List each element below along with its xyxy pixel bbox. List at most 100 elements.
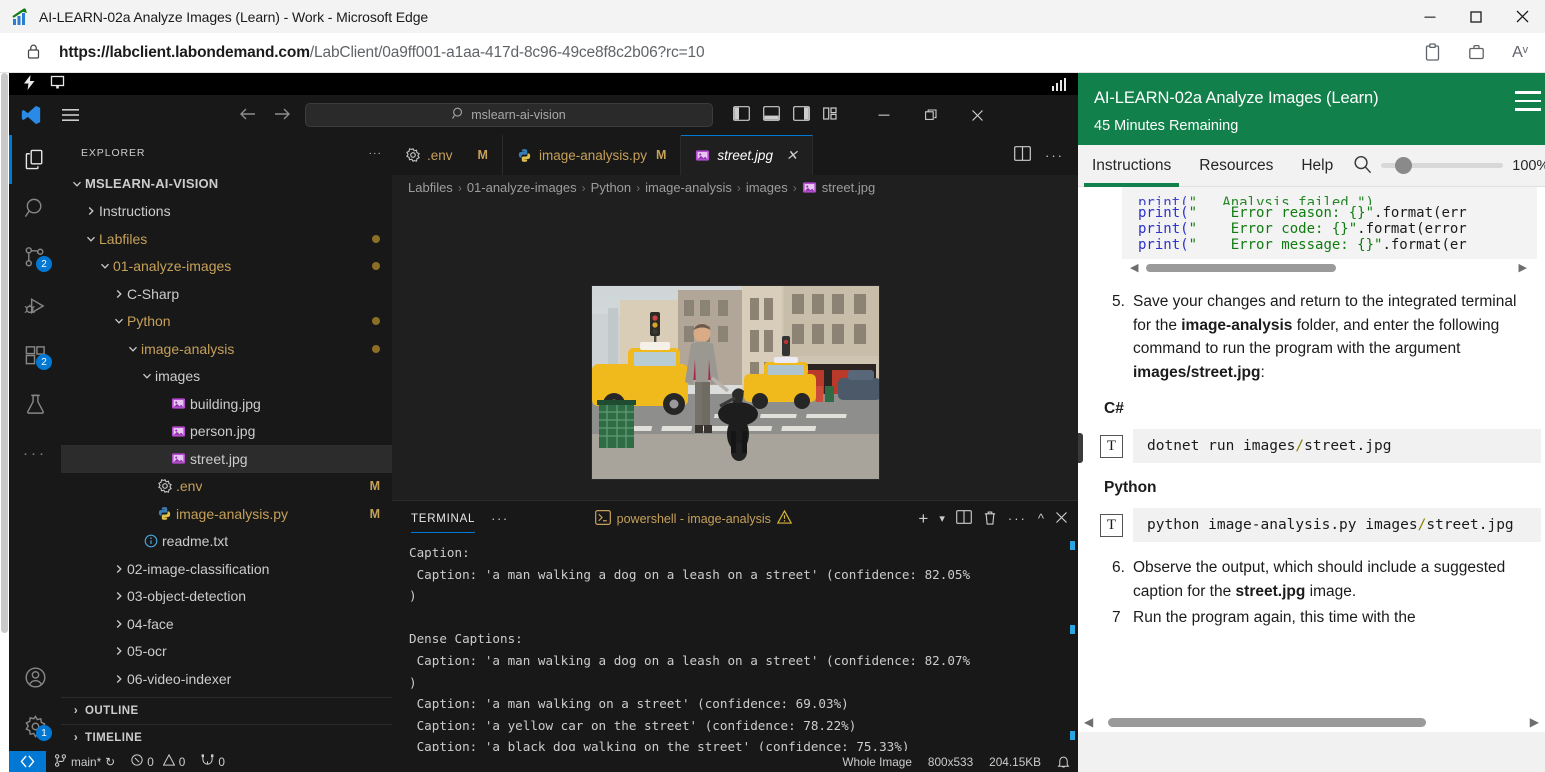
vscode-restore-button[interactable] bbox=[907, 95, 954, 135]
vscode-close-button[interactable] bbox=[954, 95, 1001, 135]
tree-item-image-analysis-py[interactable]: image-analysis.py M bbox=[61, 500, 392, 528]
activity-item-run-and-debug[interactable] bbox=[9, 282, 61, 331]
customize-layout-icon[interactable] bbox=[823, 106, 840, 124]
remote-window-indicator[interactable] bbox=[9, 751, 46, 772]
notifications-bell-icon[interactable] bbox=[1049, 751, 1078, 772]
vscode-menu-button[interactable] bbox=[53, 108, 87, 122]
lab-hscroll-track[interactable] bbox=[1099, 717, 1524, 727]
lab-instructions-content[interactable]: print(" Analysis failed.") print(" Error … bbox=[1078, 187, 1545, 772]
lab-menu-button[interactable] bbox=[1515, 91, 1541, 117]
terminal-instance-label[interactable]: powershell - image-analysis bbox=[594, 509, 793, 528]
power-bolt-icon[interactable] bbox=[23, 75, 36, 93]
go-forward-button[interactable] bbox=[274, 107, 291, 124]
toggle-secondary-sidebar-icon[interactable] bbox=[793, 106, 810, 124]
tree-item-images[interactable]: images bbox=[61, 363, 392, 391]
panel-resize-handle[interactable] bbox=[1078, 433, 1083, 463]
read-aloud-icon[interactable]: Aᵛ bbox=[1501, 37, 1539, 69]
activity-item-settings[interactable]: 1 bbox=[9, 702, 61, 751]
tree-item-06-video-indexer[interactable]: 06-video-indexer bbox=[61, 665, 392, 693]
maximize-panel-button[interactable]: ^ bbox=[1038, 511, 1044, 526]
panel-more-actions[interactable]: ··· bbox=[1008, 511, 1027, 526]
editor-tab--env[interactable]: .env M bbox=[392, 135, 503, 175]
status-image-mode[interactable]: Whole Image bbox=[834, 751, 920, 772]
zoom-slider-thumb[interactable] bbox=[1395, 157, 1413, 174]
copy-text-icon[interactable]: T bbox=[1100, 514, 1123, 537]
split-editor-icon[interactable] bbox=[1014, 146, 1031, 164]
code-snippet-hscrollbar[interactable]: ◀ ▶ bbox=[1122, 259, 1535, 276]
scroll-right-arrow-icon[interactable]: ▶ bbox=[1519, 261, 1527, 274]
scroll-left-arrow-icon[interactable]: ◀ bbox=[1130, 261, 1138, 274]
browser-scrollbar-thumb[interactable] bbox=[1, 73, 8, 633]
tab-help[interactable]: Help bbox=[1287, 145, 1347, 187]
tree-item-05-ocr[interactable]: 05-ocr bbox=[61, 638, 392, 666]
toggle-primary-sidebar-icon[interactable] bbox=[733, 106, 750, 124]
vscode-quick-search[interactable]: mslearn-ai-vision bbox=[305, 103, 713, 127]
browser-vertical-scrollbar[interactable] bbox=[0, 73, 9, 772]
breadcrumb-item[interactable]: Labfiles bbox=[408, 180, 453, 195]
status-ports[interactable]: 0 bbox=[193, 751, 233, 772]
editor-tab-street-jpg[interactable]: street.jpg ✕ bbox=[681, 135, 813, 175]
tab-terminal[interactable]: TERMINAL bbox=[411, 501, 476, 536]
tree-item-mslearn-ai-vision[interactable]: MSLEARN-AI-VISION bbox=[61, 170, 392, 198]
lab-hscroll-thumb[interactable] bbox=[1107, 717, 1427, 727]
status-image-dimensions[interactable]: 800x533 bbox=[920, 751, 981, 772]
activity-item-source-control[interactable]: 2 bbox=[9, 233, 61, 282]
zoom-slider[interactable] bbox=[1381, 157, 1504, 174]
status-branch[interactable]: main* ↻ bbox=[46, 751, 123, 772]
activity-item-explorer[interactable] bbox=[9, 135, 61, 184]
collections-icon[interactable] bbox=[1413, 37, 1451, 69]
tab-instructions[interactable]: Instructions bbox=[1078, 145, 1185, 187]
search-icon[interactable] bbox=[1353, 155, 1372, 177]
tree-item-street-jpg[interactable]: street.jpg bbox=[61, 445, 392, 473]
tree-item-readme-txt[interactable]: readme.txt bbox=[61, 528, 392, 556]
tree-item--env[interactable]: .env M bbox=[61, 473, 392, 501]
chevron-down-icon[interactable]: ▾ bbox=[939, 512, 945, 525]
tree-item-02-image-classification[interactable]: 02-image-classification bbox=[61, 555, 392, 583]
tree-item-c-sharp[interactable]: C-Sharp bbox=[61, 280, 392, 308]
browser-maximize-button[interactable] bbox=[1453, 0, 1499, 33]
lab-content-hscrollbar[interactable]: ◀ ▶ bbox=[1078, 712, 1545, 732]
split-terminal-button[interactable] bbox=[956, 510, 972, 527]
tree-item-instructions[interactable]: Instructions bbox=[61, 198, 392, 226]
vscode-minimize-button[interactable] bbox=[860, 95, 907, 135]
toggle-panel-icon[interactable] bbox=[763, 106, 780, 124]
tree-item-person-jpg[interactable]: person.jpg bbox=[61, 418, 392, 446]
terminal-output[interactable]: Caption: Caption: 'a man walking a dog o… bbox=[392, 536, 1078, 752]
panel-more-tabs[interactable]: ··· bbox=[491, 511, 509, 526]
breadcrumb-item[interactable]: street.jpg bbox=[822, 180, 875, 195]
breadcrumb-item[interactable]: image-analysis bbox=[645, 180, 732, 195]
tree-item-image-analysis[interactable]: image-analysis bbox=[61, 335, 392, 363]
outline-panel-header[interactable]: › OUTLINE bbox=[61, 697, 392, 724]
scroll-left-arrow-icon[interactable]: ◀ bbox=[1084, 715, 1093, 729]
breadcrumb-item[interactable]: images bbox=[746, 180, 788, 195]
activity-item-search[interactable] bbox=[9, 184, 61, 233]
command-python[interactable]: python image-analysis.py images/street.j… bbox=[1133, 508, 1541, 542]
kill-terminal-button[interactable] bbox=[983, 510, 997, 528]
activity-item-extensions[interactable]: 2 bbox=[9, 331, 61, 380]
activity-item-more[interactable]: ··· bbox=[9, 429, 61, 478]
terminal-scrollbar[interactable] bbox=[1066, 539, 1075, 751]
breadcrumb-item[interactable]: Python bbox=[591, 180, 631, 195]
browser-minimize-button[interactable] bbox=[1407, 0, 1453, 33]
copy-text-icon[interactable]: T bbox=[1100, 435, 1123, 458]
go-back-button[interactable] bbox=[239, 107, 256, 124]
tree-item-building-jpg[interactable]: building.jpg bbox=[61, 390, 392, 418]
address-bar-url[interactable]: https://labclient.labondemand.com/LabCli… bbox=[59, 44, 705, 62]
lock-icon[interactable] bbox=[26, 43, 41, 63]
scroll-right-arrow-icon[interactable]: ▶ bbox=[1530, 715, 1539, 729]
activity-item-testing[interactable] bbox=[9, 380, 61, 429]
hscroll-thumb[interactable] bbox=[1146, 263, 1336, 272]
editor-more-actions[interactable]: ··· bbox=[1045, 148, 1064, 163]
explorer-more-actions[interactable]: ··· bbox=[369, 147, 383, 159]
new-terminal-button[interactable]: + bbox=[918, 509, 928, 529]
tab-close-icon[interactable]: ✕ bbox=[786, 147, 798, 164]
browser-close-button[interactable] bbox=[1499, 0, 1545, 33]
editor-tab-image-analysis-py[interactable]: image-analysis.py M bbox=[503, 135, 682, 175]
tree-item-03-object-detection[interactable]: 03-object-detection bbox=[61, 583, 392, 611]
sync-icon[interactable]: ↻ bbox=[105, 755, 115, 769]
tab-resources[interactable]: Resources bbox=[1185, 145, 1287, 187]
hscroll-track[interactable] bbox=[1146, 263, 1510, 272]
activity-item-account[interactable] bbox=[9, 653, 61, 702]
work-profile-icon[interactable] bbox=[1457, 37, 1495, 69]
breadcrumb-item[interactable]: 01-analyze-images bbox=[467, 180, 577, 195]
